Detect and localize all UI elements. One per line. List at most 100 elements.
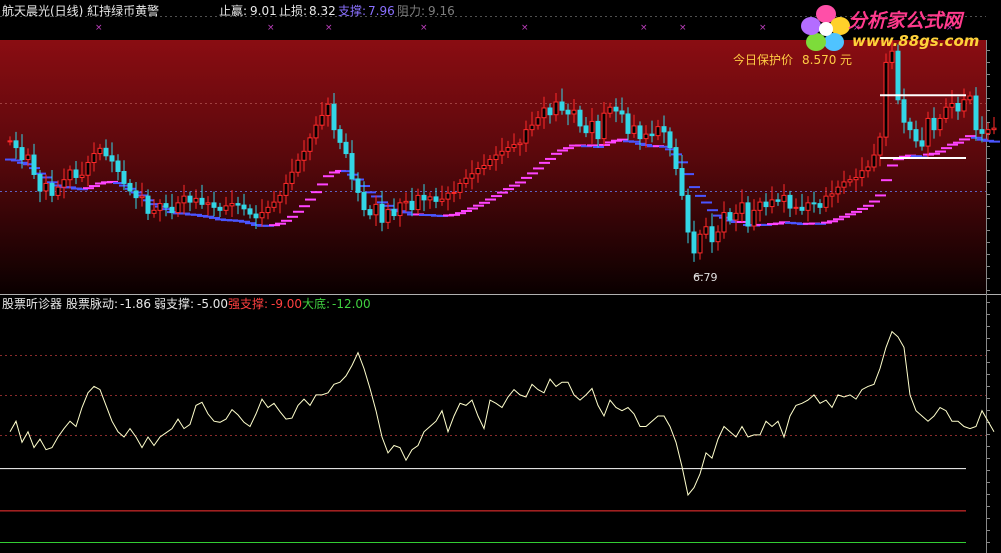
chart-canvas[interactable]: × × × × × × × × × × [0,0,1001,553]
candle-body [877,136,883,156]
candle-body [697,233,703,254]
candle-body [775,199,781,202]
candle-body [919,140,925,147]
candle-body [733,212,739,221]
candle-body [643,133,649,140]
candle-body [541,107,547,119]
candle-body [769,199,775,208]
candle-body [397,202,403,217]
candle-body [547,107,553,116]
candle-body [709,226,715,243]
candle-body [391,209,397,217]
candle-body [151,209,157,214]
candle-body [193,197,199,203]
resistance-value: 9.16 [428,4,455,18]
candle-body [565,109,571,115]
candle-body [217,206,223,211]
candle-body [49,182,55,196]
candle-body [157,203,163,211]
candle-body [529,124,535,131]
candle-body [835,186,841,195]
candle-body [637,125,643,140]
candle-body [955,103,961,112]
candle-body [67,169,73,181]
candle-body [319,114,325,126]
candle-body [91,153,97,164]
candle-body [205,202,211,205]
candle-body [427,196,433,201]
candle-body [577,109,583,127]
candle-body [811,202,817,205]
candle-body [475,167,481,175]
candle-body [655,126,661,137]
candle-body [379,203,385,223]
candle-body [787,194,793,209]
candle-body [187,195,193,203]
candle-body [739,202,745,214]
candle-body [853,176,859,181]
support-label: 支撑: [338,4,367,18]
candle-body [283,182,289,196]
candle-body [619,110,625,115]
candle-body [463,177,469,184]
candle-body [211,202,217,208]
candle-body [985,129,991,134]
resistance-label: 阻力: [397,4,426,18]
candle-body [481,165,487,169]
candle-body [913,129,919,142]
signal-marker: × [325,23,333,33]
candle-body [301,150,307,161]
candle-body [235,203,241,206]
candle-body [859,170,865,178]
candle-body [679,167,685,196]
candle-body [31,154,37,175]
candle-body [73,169,79,178]
candle-body [685,194,691,233]
candle-body [493,154,499,161]
candle-body [757,201,763,211]
candle-body [343,141,349,155]
candle-body [277,194,283,203]
candle-body [961,99,967,112]
candle-body [241,204,247,210]
strong-support-label: 强支撑: [228,297,269,311]
candle-body [901,99,907,123]
candle-body [247,208,253,215]
indicator-name: 股票听诊器 [2,297,63,311]
candle-body [409,200,415,211]
pulse-line [9,330,995,497]
candle-body [133,190,139,199]
candle-body [727,212,733,221]
candle-body [373,203,379,216]
candle-body [223,205,229,211]
candle-body [871,154,877,168]
candle-body [883,61,889,138]
candle-body [103,147,109,157]
candle-body [937,117,943,131]
main-panel-background [0,40,986,294]
candle-body [355,178,361,193]
candle-body [625,113,631,134]
candle-body [847,179,853,183]
signal-marker: × [95,23,103,33]
stop-profit-label: 止赢: [219,4,248,18]
candle-body [403,200,409,204]
flower-logo-icon [801,5,850,51]
candle-body [667,131,673,149]
candle-body [181,195,187,204]
candle-body [595,120,601,140]
weak-support-value: -5.00 [197,297,229,311]
candle-body [457,182,463,193]
signal-marker: × [420,23,428,33]
candle-body [61,179,67,188]
stop-profit-value: 9.01 [250,4,277,18]
candle-body [13,140,19,149]
candle-body [865,166,871,172]
strong-support-value: -9.00 [271,297,303,311]
candle-body [973,95,979,131]
candle-body [349,153,355,180]
pulse-label: 股票脉动: [66,297,119,311]
candle-body [229,203,235,207]
candle-body [505,147,511,152]
candle-body [451,191,457,194]
